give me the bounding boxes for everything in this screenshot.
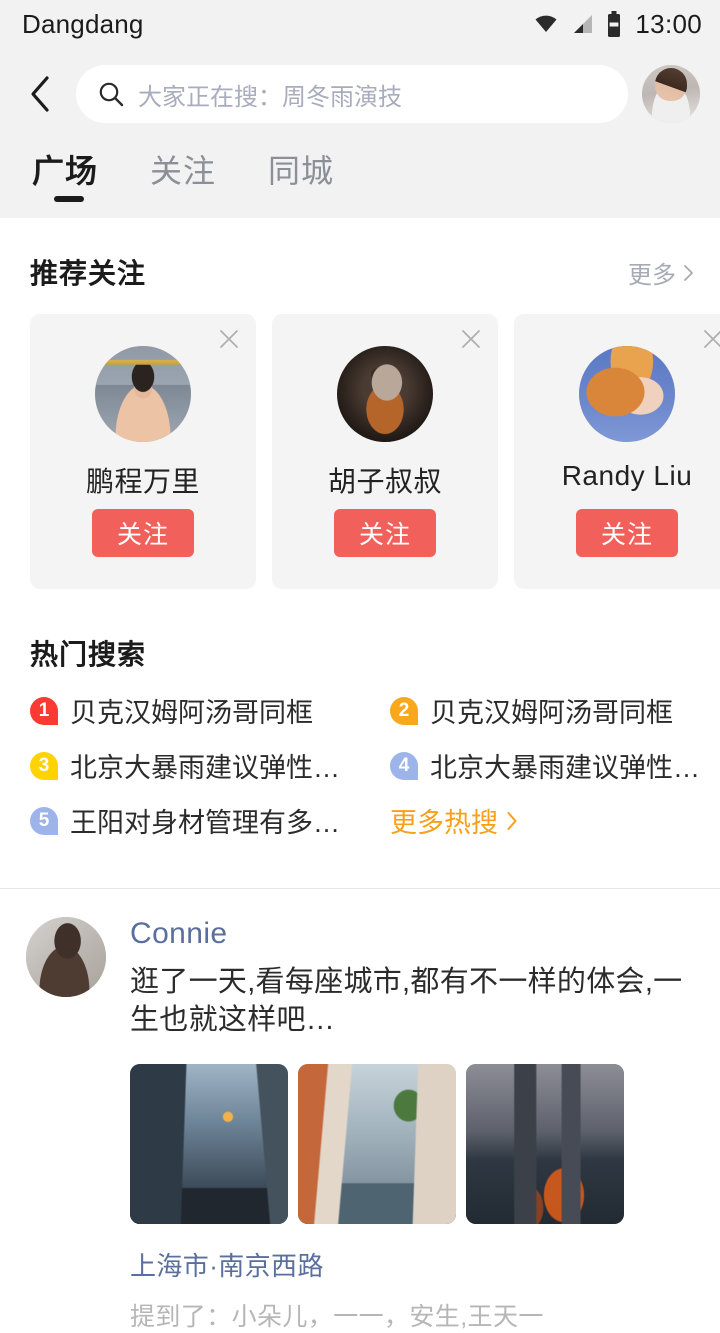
recommend-card-list: 鹏程万里 关注 胡子叔叔 关注 Randy Liu 关注 bbox=[0, 292, 720, 589]
tab-square-label: 广场 bbox=[32, 153, 99, 189]
search-icon bbox=[99, 82, 124, 107]
feed-post[interactable]: Connie 逛了一天,看每座城市,都有不一样的体会,一生也就这样吧… 上海市·… bbox=[0, 889, 720, 1333]
hot-search-list: 1 贝克汉姆阿汤哥同框 2 贝克汉姆阿汤哥同框 3 北京大暴雨建议弹性… 4 北… bbox=[0, 673, 720, 840]
avatar[interactable] bbox=[642, 65, 700, 123]
app-screen: Dangdang 13:00 大家正在搜：周冬雨演技 广场 关注 同城 推荐关注… bbox=[0, 0, 720, 1331]
post-mentions: 提到了：小朵儿，一一，安生,王天一 bbox=[130, 1302, 544, 1331]
tab-bar: 广场 关注 同城 bbox=[0, 140, 720, 218]
recommend-more-label: 更多 bbox=[628, 262, 676, 289]
hot-search-text: 王阳对身材管理有多… bbox=[70, 808, 340, 838]
back-chevron-icon bbox=[31, 76, 49, 112]
search-placeholder: 大家正在搜：周冬雨演技 bbox=[138, 83, 402, 111]
post-author-name[interactable]: Connie bbox=[130, 917, 702, 951]
search-input[interactable]: 大家正在搜：周冬雨演技 bbox=[76, 65, 628, 123]
follow-button[interactable]: 关注 bbox=[576, 509, 678, 557]
close-icon[interactable] bbox=[700, 326, 720, 352]
more-hot-search-label: 更多热搜 bbox=[390, 808, 498, 838]
recommend-more-button[interactable]: 更多 bbox=[628, 255, 694, 290]
recommend-card-avatar bbox=[337, 346, 433, 442]
recommend-card-name: 胡子叔叔 bbox=[327, 466, 442, 497]
post-location[interactable]: 上海市·南京西路 bbox=[130, 1246, 702, 1283]
tab-active-indicator bbox=[54, 196, 84, 202]
header-zone: Dangdang 13:00 大家正在搜：周冬雨演技 广场 关注 同城 bbox=[0, 0, 720, 218]
hot-search-text: 北京大暴雨建议弹性… bbox=[70, 753, 340, 783]
recommend-card-avatar bbox=[95, 346, 191, 442]
search-row: 大家正在搜：周冬雨演技 bbox=[0, 48, 720, 140]
app-title: Dangdang bbox=[22, 8, 144, 39]
post-photo[interactable] bbox=[130, 1063, 288, 1224]
hot-search-item[interactable]: 3 北京大暴雨建议弹性… bbox=[30, 746, 390, 785]
close-icon[interactable] bbox=[458, 326, 484, 352]
hot-search-item[interactable]: 4 北京大暴雨建议弹性… bbox=[390, 746, 720, 785]
rank-badge: 4 bbox=[390, 751, 418, 780]
battery-icon bbox=[608, 11, 621, 37]
hot-search-text: 贝克汉姆阿汤哥同框 bbox=[70, 698, 313, 728]
recommend-header: 推荐关注 更多 bbox=[0, 218, 720, 292]
tab-following[interactable]: 关注 bbox=[146, 146, 220, 208]
rank-badge: 3 bbox=[30, 751, 58, 780]
follow-button[interactable]: 关注 bbox=[334, 509, 436, 557]
chevron-right-icon bbox=[507, 811, 517, 830]
rank-badge: 5 bbox=[30, 806, 58, 835]
tab-following-label: 关注 bbox=[150, 153, 217, 189]
post-author-avatar[interactable] bbox=[26, 917, 106, 997]
hot-search-text: 贝克汉姆阿汤哥同框 bbox=[430, 698, 673, 728]
back-button[interactable] bbox=[18, 72, 62, 116]
hot-search-item[interactable]: 5 王阳对身材管理有多… bbox=[30, 801, 390, 840]
post-photo[interactable] bbox=[298, 1063, 456, 1224]
recommend-card-name: 鹏程万里 bbox=[85, 466, 200, 497]
recommend-card[interactable]: 鹏程万里 关注 bbox=[30, 314, 256, 589]
recommend-title: 推荐关注 bbox=[30, 258, 147, 289]
hot-search-item[interactable]: 2 贝克汉姆阿汤哥同框 bbox=[390, 691, 720, 730]
recommend-card[interactable]: Randy Liu 关注 bbox=[514, 314, 720, 589]
tab-nearby[interactable]: 同城 bbox=[264, 146, 338, 208]
close-icon[interactable] bbox=[216, 326, 242, 352]
status-bar-icons: 13:00 bbox=[534, 9, 702, 40]
post-content: 逛了一天,看每座城市,都有不一样的体会,一生也就这样吧… bbox=[130, 966, 683, 1037]
post-body: Connie 逛了一天,看每座城市,都有不一样的体会,一生也就这样吧… 上海市·… bbox=[130, 917, 720, 1333]
rank-badge: 2 bbox=[390, 696, 418, 725]
post-photo-grid bbox=[130, 1063, 702, 1224]
tab-square[interactable]: 广场 bbox=[28, 146, 102, 208]
recommend-card-name: Randy Liu bbox=[561, 460, 693, 491]
recommend-card-avatar bbox=[579, 346, 675, 442]
tab-nearby-label: 同城 bbox=[268, 153, 335, 189]
post-photo[interactable] bbox=[466, 1063, 624, 1224]
hot-search-text: 北京大暴雨建议弹性… bbox=[430, 753, 700, 783]
chevron-right-icon bbox=[684, 264, 693, 281]
hot-search-item[interactable]: 1 贝克汉姆阿汤哥同框 bbox=[30, 691, 390, 730]
follow-button[interactable]: 关注 bbox=[92, 509, 194, 557]
signal-icon bbox=[574, 15, 593, 33]
rank-badge: 1 bbox=[30, 696, 58, 725]
recommend-card[interactable]: 胡子叔叔 关注 bbox=[272, 314, 498, 589]
status-bar: Dangdang 13:00 bbox=[0, 0, 720, 48]
wifi-icon bbox=[535, 15, 557, 32]
clock: 13:00 bbox=[635, 8, 702, 39]
hot-search-title: 热门搜索 bbox=[30, 639, 147, 670]
more-hot-search-button[interactable]: 更多热搜 bbox=[390, 801, 720, 840]
